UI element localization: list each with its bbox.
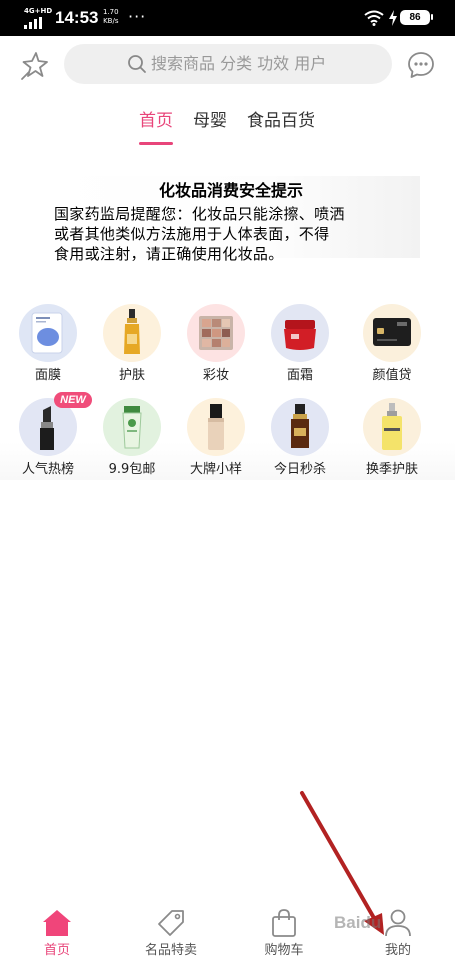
new-badge: NEW (54, 392, 92, 408)
category-beauty-loan[interactable]: 颜值贷 (350, 292, 434, 383)
nav-label: 首页 (43, 943, 70, 958)
category-image (103, 304, 161, 362)
notice-line: 或者其他类似方法施用于人体表面，不得 (54, 225, 330, 243)
category-grid: 面膜 护肤 彩妆 面霜 颜值贷 NEW 人气热榜 9.9包邮 大牌小样 今日秒杀… (0, 290, 455, 480)
category-image (363, 398, 421, 456)
message-icon[interactable] (406, 50, 436, 80)
signal-strength: 4G+HD (24, 7, 52, 29)
profile-icon (385, 909, 411, 937)
category-image (187, 398, 245, 456)
network-type-label: 4G+HD (24, 7, 53, 15)
notice-body: 国家药监局提醒您：化妆品只能涂擦、喷洒 或者其他类似方法施用于人体表面，不得 食… (54, 204, 414, 264)
home-icon (43, 910, 71, 936)
nav-label: 名品特卖 (144, 943, 197, 958)
tube-icon (122, 406, 142, 449)
cream-jar-icon (284, 320, 316, 350)
category-hot-ranking[interactable]: NEW 人气热榜 (6, 386, 92, 477)
category-label: 面膜 (34, 368, 61, 383)
sparkle-star-icon[interactable] (18, 50, 50, 82)
notice-line: 食用或注射，请正确使用化妆品。 (54, 245, 284, 263)
category-label: 人气热榜 (21, 462, 74, 477)
category-label: 换季护肤 (365, 462, 418, 477)
safety-notice-banner[interactable]: 化妆品消费安全提示 国家药监局提醒您：化妆品只能涂擦、喷洒 或者其他类似方法施用… (50, 176, 420, 263)
category-image (187, 304, 245, 362)
nav-label: 购物车 (264, 943, 304, 958)
tab-mother-baby[interactable]: 母婴 (193, 108, 227, 134)
clinique-bottle-icon (382, 403, 402, 450)
clock: 14:53 (55, 8, 99, 27)
category-free-shipping[interactable]: 9.9包邮 (90, 386, 174, 477)
category-seasonal-care[interactable]: 换季护肤 (350, 386, 434, 477)
category-label: 彩妆 (202, 368, 229, 383)
serum-bottle-icon (124, 309, 140, 354)
category-face-mask[interactable]: 面膜 (6, 292, 90, 383)
category-label: 颜值贷 (372, 368, 412, 383)
nav-label: 我的 (384, 943, 411, 958)
notice-line: 国家药监局提醒您：化妆品只能涂擦、喷洒 (54, 205, 345, 223)
network-speed-value: 1.70 (103, 8, 119, 16)
category-image (271, 398, 329, 456)
category-image (363, 304, 421, 362)
notice-title: 化妆品消费安全提示 (158, 181, 303, 200)
eyeshadow-palette-icon (199, 316, 233, 350)
category-brand-samples[interactable]: 大牌小样 (174, 386, 258, 477)
network-speed: 1.70 KB/s (103, 8, 119, 26)
signal-bars-icon (24, 17, 42, 29)
charging-icon (389, 10, 397, 26)
tag-icon (158, 910, 184, 936)
shopping-bag-icon (272, 909, 296, 937)
tab-home[interactable]: 首页 (139, 108, 173, 134)
credit-card-icon (373, 318, 411, 346)
search-input[interactable] (151, 44, 381, 84)
category-skincare[interactable]: 护肤 (90, 292, 174, 383)
status-bar: 4G+HD 14:53 1.70 KB/s ··· 86 (0, 0, 455, 36)
nav-brand-sale[interactable]: 名品特卖 (126, 898, 216, 960)
category-image (271, 304, 329, 362)
category-flash-sale[interactable]: 今日秒杀 (258, 386, 342, 477)
top-bar (0, 36, 455, 96)
category-label: 9.9包邮 (108, 462, 156, 477)
category-label: 今日秒杀 (273, 462, 326, 477)
essence-bottle-icon (291, 404, 309, 448)
category-image (19, 304, 77, 362)
category-image (103, 398, 161, 456)
search-icon (128, 55, 146, 73)
category-label: 护肤 (118, 368, 145, 383)
search-bar[interactable] (64, 44, 392, 84)
battery-level: 86 (400, 10, 433, 25)
more-notifications-icon: ··· (128, 7, 147, 26)
bottom-navigation: 首页 名品特卖 购物车 我的 (0, 898, 455, 960)
network-speed-unit: KB/s (103, 17, 119, 25)
nav-profile[interactable]: 我的 (353, 898, 443, 960)
active-tab-indicator (139, 142, 173, 145)
tab-food-goods[interactable]: 食品百货 (247, 108, 315, 134)
category-tabs: 首页 母婴 食品百货 (0, 96, 455, 150)
face-mask-icon (31, 312, 63, 354)
category-label: 大牌小样 (189, 462, 242, 477)
nav-cart[interactable]: 购物车 (239, 898, 329, 960)
category-makeup[interactable]: 彩妆 (174, 292, 258, 383)
nav-home[interactable]: 首页 (12, 898, 102, 960)
wifi-icon (364, 10, 384, 26)
category-cream[interactable]: 面霜 (258, 292, 342, 383)
category-label: 面霜 (286, 368, 313, 383)
foundation-bottle-icon (208, 404, 224, 450)
